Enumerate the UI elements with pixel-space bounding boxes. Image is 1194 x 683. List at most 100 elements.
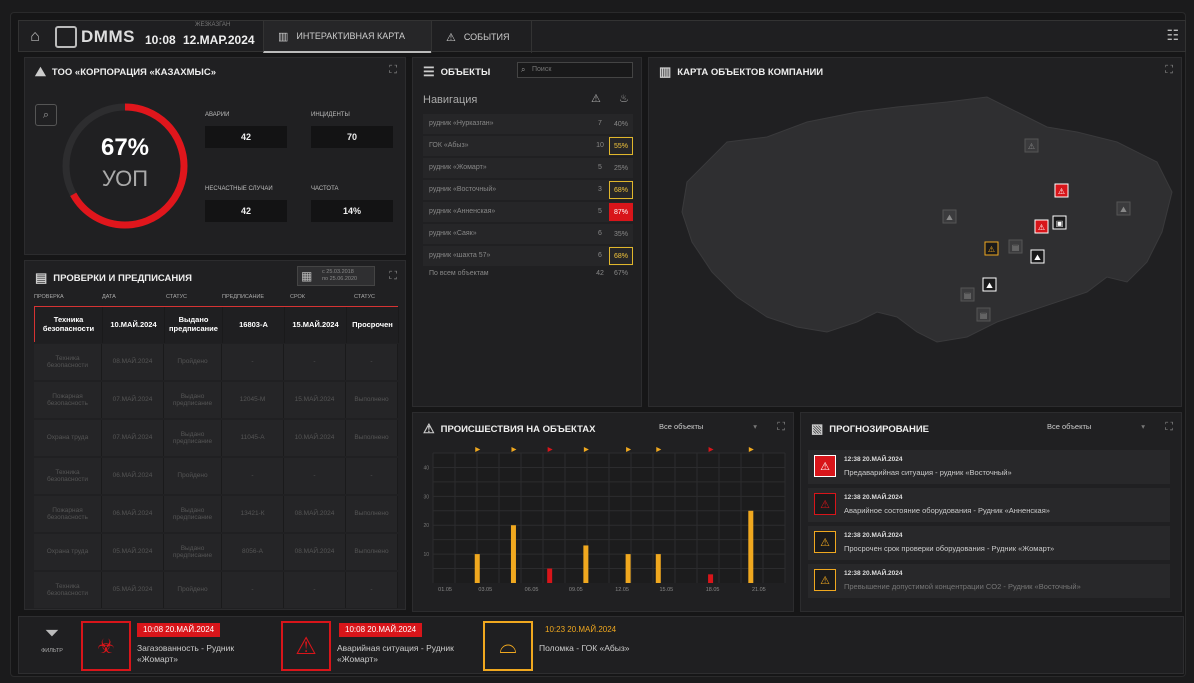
object-name: рудник «Нурказган» xyxy=(429,120,494,127)
table-cell: Пройдено xyxy=(164,458,222,494)
filter-button[interactable]: ⏷ ФИЛЬТР xyxy=(27,623,77,669)
table-cell: Выдано предписание xyxy=(164,420,222,456)
object-name: рудник «Анненская» xyxy=(429,208,496,215)
expand-icon[interactable]: ⛶ xyxy=(389,270,397,283)
map-marker[interactable]: ⛰ xyxy=(1116,201,1131,216)
incidents-bar-chart: 10 20 30 40 01.05 03.05 06.05 09.05 12.05 15.05 18… xyxy=(423,447,786,593)
list-icon: ☰ xyxy=(423,64,435,79)
svg-text:▤: ▤ xyxy=(980,311,988,320)
forecast-item[interactable]: ⚠ 12:38 20.МАЙ.2024 Превышение допустимой … xyxy=(808,564,1170,598)
forecast-item[interactable]: ⚠ 12:38 20.МАЙ.2024 Предаварийная ситуация… xyxy=(808,450,1170,484)
alert-text[interactable]: Поломка - ГОК «Абыз» xyxy=(539,643,739,654)
table-row[interactable]: Охрана труда 05.МАЙ.2024 Выдано предписани… xyxy=(34,534,398,570)
object-row[interactable]: рудник «Анненская» 5 87% xyxy=(423,202,633,222)
x-tick-label: 12.05 xyxy=(615,587,629,593)
table-cell: 05.МАЙ.2024 xyxy=(102,534,164,570)
object-row[interactable]: рудник «Саяк» 6 35% xyxy=(423,224,633,244)
table-row[interactable]: Охрана труда 07.МАЙ.2024 Выдано предписани… xyxy=(34,420,398,456)
map-marker[interactable]: ⚠ xyxy=(1034,219,1049,234)
tab-interactive-map[interactable]: ▥ ИНТЕРАКТИВНАЯ КАРТА xyxy=(263,21,431,53)
top-bar: ⌂ DMMS ЖЕЗКАЗГАН 10:08 12.МАР.2024 ▥ ИНТ… xyxy=(18,20,1186,53)
x-tick-label: 18.05 xyxy=(706,587,720,593)
tab-events[interactable]: ⚠ СОБЫТИЯ xyxy=(431,21,531,53)
svg-text:⛰: ⛰ xyxy=(946,213,953,222)
table-cell: Пожарная безопасность xyxy=(34,496,102,532)
forecast-item[interactable]: ⚠ 12:38 20.МАЙ.2024 Аварийное состояние об… xyxy=(808,488,1170,522)
event-flag-icon xyxy=(583,447,589,452)
expand-icon[interactable]: ⛶ xyxy=(1165,421,1173,434)
map-marker[interactable]: ⛰ xyxy=(982,277,997,292)
table-row[interactable]: Техника безопасности 05.МАЙ.2024 Пройдено -… xyxy=(34,572,398,608)
forecast-item[interactable]: ⚠ 12:38 20.МАЙ.2024 Просрочен срок проверк… xyxy=(808,526,1170,560)
x-tick-label: 06.05 xyxy=(525,587,539,593)
expand-icon[interactable]: ⛶ xyxy=(389,64,397,77)
gas-icon[interactable]: ☣ xyxy=(81,621,131,671)
tab-label: ИНТЕРАКТИВНАЯ КАРТА xyxy=(296,31,406,41)
table-cell: Выдано предписание xyxy=(164,534,222,570)
map-marker[interactable]: ⚠ xyxy=(984,241,999,256)
svg-text:▣: ▣ xyxy=(1056,219,1064,228)
incidents-panel: ⚠ ПРОИСШЕСТВИЯ НА ОБЪЕКТАХ Все объекты ▾… xyxy=(412,412,794,612)
table-row[interactable]: Пожарная безопасность 07.МАЙ.2024 Выдано п… xyxy=(34,382,398,418)
alert-text[interactable]: Аварийная ситуация - Рудник «Жомарт» xyxy=(337,643,467,665)
warning-icon[interactable]: ⚠ xyxy=(281,621,331,671)
svg-text:⛰: ⛰ xyxy=(1034,253,1041,262)
home-icon[interactable]: ⌂ xyxy=(21,23,49,51)
search-icon: ⌕ xyxy=(521,65,526,74)
uop-percent: 67% xyxy=(100,134,150,161)
filter-icon: ⏷ xyxy=(44,623,60,643)
panel-title: ▥ КАРТА ОБЪЕКТОВ КОМПАНИИ xyxy=(659,64,823,80)
map-marker[interactable]: ▤ xyxy=(976,307,991,322)
table-cell: Выдано предписание xyxy=(164,496,222,532)
incidents-object-select[interactable]: Все объекты ▾ xyxy=(659,422,757,431)
object-name: рудник «Жомарт» xyxy=(429,164,487,171)
object-row[interactable]: ГОК «Абыз» 10 55% xyxy=(423,136,633,156)
object-row[interactable]: рудник «шахта 57» 6 68% xyxy=(423,246,633,266)
date-from: с 25.03.2018 xyxy=(322,269,354,275)
expand-icon[interactable]: ⛶ xyxy=(1165,64,1173,77)
object-row[interactable]: рудник «Жомарт» 5 25% xyxy=(423,158,633,178)
col-header-date: ДАТА xyxy=(102,294,116,300)
map-marker[interactable]: ⚠ xyxy=(1054,183,1069,198)
objects-panel: ☰ ОБЪЕКТЫ ⌕ Поиск Навигация ⚠ ♨ рудник «… xyxy=(412,57,642,407)
map-marker[interactable]: ⛰ xyxy=(1030,249,1045,264)
forecast-text: Превышение допустимой концентрации CO2 -… xyxy=(844,582,1081,591)
kpi-incidents: ИНЦИДЕНТЫ 70 xyxy=(309,108,395,152)
objects-search-input[interactable]: ⌕ Поиск xyxy=(517,62,633,78)
table-row[interactable]: Техника безопасности 06.МАЙ.2024 Пройдено -… xyxy=(34,458,398,494)
table-row[interactable]: Техника безопасности 10.МАЙ.2024 Выдано пр… xyxy=(34,306,399,343)
map-marker[interactable]: ▣ xyxy=(1052,215,1067,230)
table-cell: 08.МАЙ.2024 xyxy=(284,534,346,570)
tunnel-icon[interactable]: ⌓ xyxy=(483,621,533,671)
kazakhstan-map[interactable]: ⚠ ⚠ ⚠ ▣ ⛰ ⛰ ⚠ ▤ ⛰ ⛰ ▤ ▤ xyxy=(657,82,1177,382)
kpi-value: 70 xyxy=(311,126,393,148)
map-marker[interactable]: ⛰ xyxy=(942,209,957,224)
svg-text:▤: ▤ xyxy=(964,291,972,300)
alert-text[interactable]: Загазованность - Рудник «Жомарт» xyxy=(137,643,267,665)
object-row[interactable]: рудник «Нурказган» 7 40% xyxy=(423,114,633,134)
table-cell: - xyxy=(222,344,284,380)
table-cell: Выдано предписание xyxy=(164,382,222,418)
table-cell: 15.МАЙ.2024 xyxy=(285,307,347,343)
table-row[interactable]: Техника безопасности 08.МАЙ.2024 Пройдено -… xyxy=(34,344,398,380)
date-range-picker[interactable]: ▦ с 25.03.2018 по 25.06.2020 xyxy=(297,266,375,286)
chart-bar xyxy=(625,554,631,583)
map-marker[interactable]: ▤ xyxy=(1008,239,1023,254)
settings-sliders-icon[interactable]: ☷ xyxy=(1166,27,1179,44)
warning-icon: ⚠ xyxy=(814,569,836,591)
expand-icon[interactable]: ⛶ xyxy=(777,421,785,434)
table-row[interactable]: Пожарная безопасность 06.МАЙ.2024 Выдано п… xyxy=(34,496,398,532)
kpi-label: ИНЦИДЕНТЫ xyxy=(311,112,350,118)
total-count: 42 xyxy=(596,270,604,277)
logo-mark-icon xyxy=(55,26,77,48)
forecast-object-select[interactable]: Все объекты ▾ xyxy=(1047,422,1145,431)
zoom-icon[interactable]: ⌕ xyxy=(35,104,57,126)
select-value: Все объекты xyxy=(659,422,704,431)
table-cell: Пройдено xyxy=(164,572,222,608)
event-flag-icon xyxy=(475,447,481,452)
map-marker[interactable]: ▤ xyxy=(960,287,975,302)
object-row[interactable]: рудник «Восточный» 3 68% xyxy=(423,180,633,200)
panel-title: ⛰ ТОО «КОРПОРАЦИЯ «КАЗАХМЫС» xyxy=(35,64,216,80)
map-marker[interactable]: ⚠ xyxy=(1024,138,1039,153)
table-cell: Пройдено xyxy=(164,344,222,380)
